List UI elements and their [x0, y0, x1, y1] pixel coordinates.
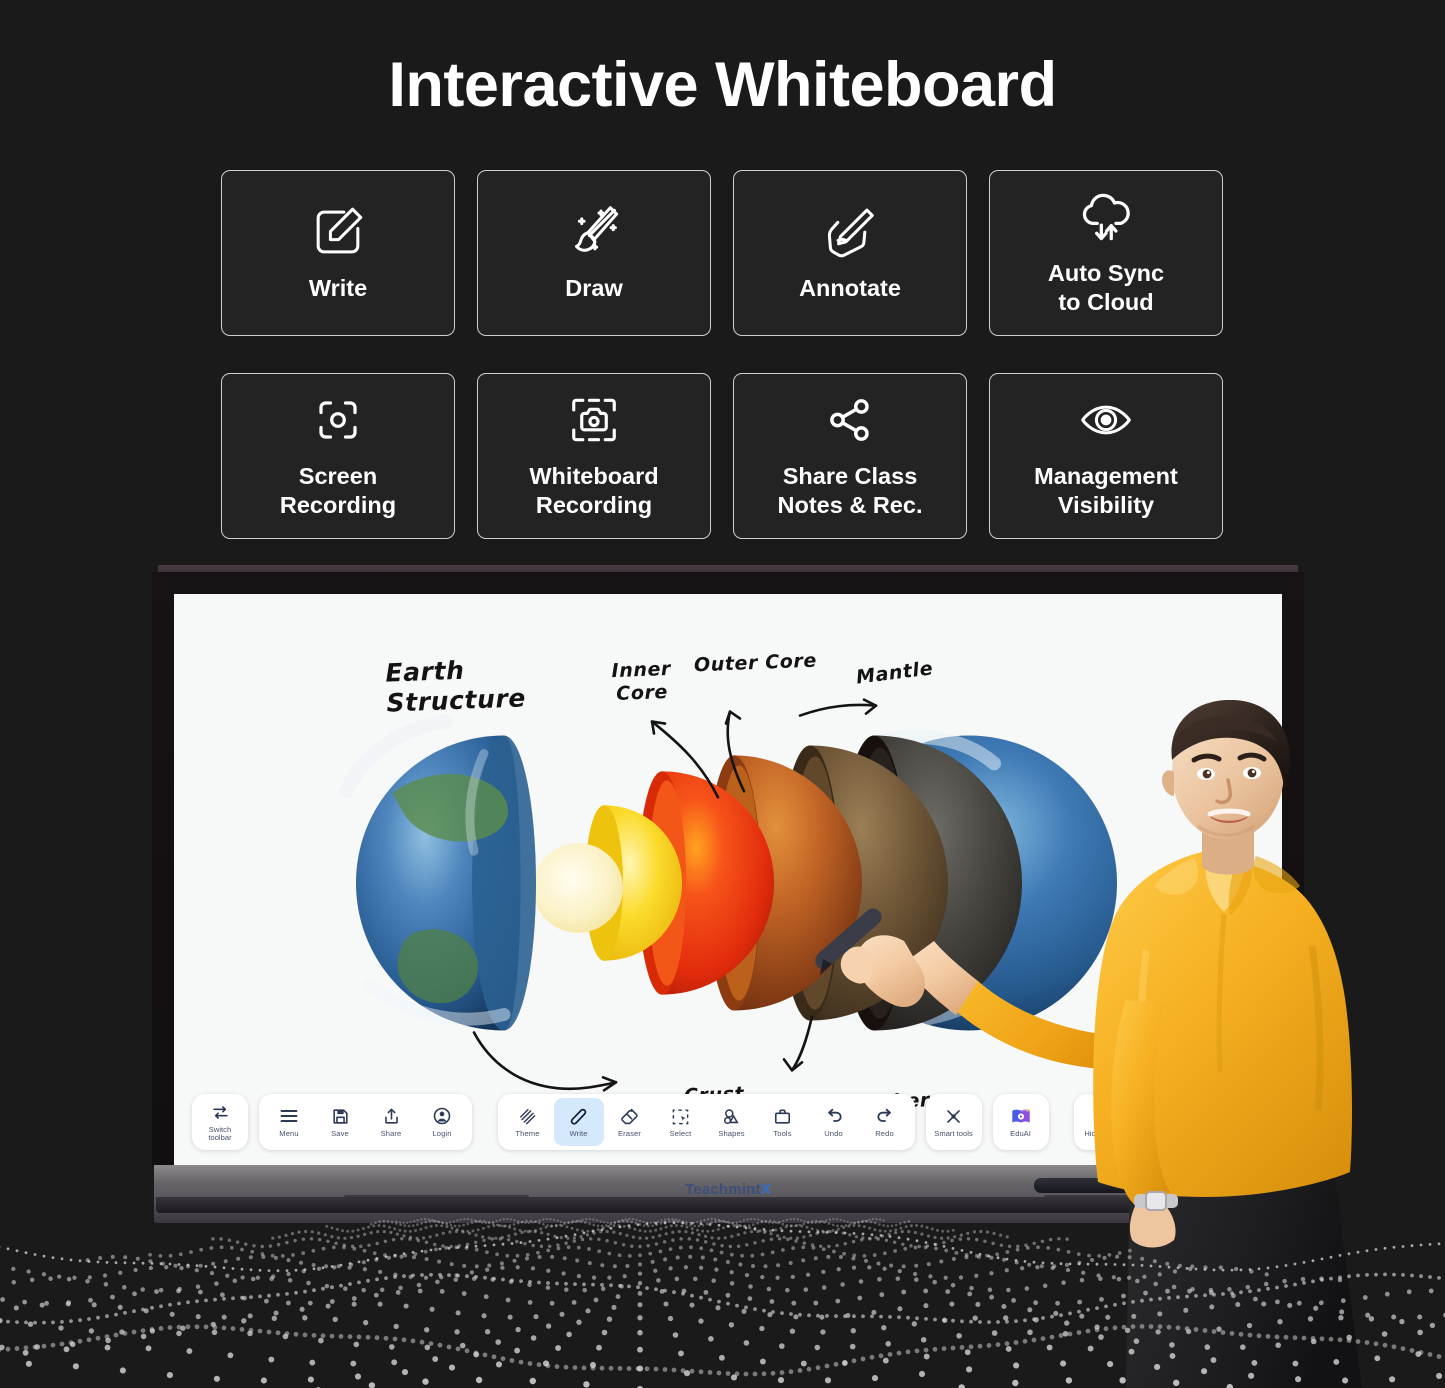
share-label: Share — [380, 1128, 402, 1138]
page-title: Interactive Whiteboard — [388, 50, 1057, 120]
undo-button[interactable]: Undo — [809, 1098, 859, 1146]
pencil-square-icon — [310, 202, 366, 262]
inner-core-center — [533, 843, 623, 933]
login-label: Login — [432, 1128, 452, 1138]
redo-button[interactable]: Redo — [860, 1098, 910, 1146]
feature-card-whiteboard-recording[interactable]: Whiteboard Recording — [477, 373, 711, 539]
switch-arrows-icon — [211, 1102, 230, 1123]
feature-card-draw[interactable]: Draw — [477, 170, 711, 336]
feature-card-label: Auto Sync to Cloud — [1047, 260, 1165, 315]
hide-tools-button[interactable]: Hide Tools — [1074, 1094, 1130, 1150]
redo-arrow-icon — [875, 1106, 895, 1127]
cloud-sync-icon — [1078, 187, 1134, 247]
eraser-label: Eraser — [618, 1128, 641, 1138]
display-bezel: Earth Structure Inner Core Outer Core Ma… — [152, 572, 1304, 1167]
magic-paintbrush-icon — [566, 202, 622, 262]
hide-tools-label: Hide Tools — [1084, 1128, 1120, 1138]
chevron-down-icon — [1093, 1106, 1112, 1127]
next-page-button[interactable] — [1208, 1094, 1264, 1150]
annotation-earth-structure: Earth Structure — [384, 655, 527, 718]
share-upload-icon — [382, 1106, 401, 1127]
eraser-icon — [620, 1106, 639, 1127]
whiteboard-record-icon — [567, 390, 621, 450]
select-button[interactable]: Select — [656, 1098, 706, 1146]
feature-card-grid: Write Draw Annotate Auto Sync to Cloud S… — [221, 170, 1225, 539]
feature-card-auto-sync-to-cloud[interactable]: Auto Sync to Cloud — [989, 170, 1223, 336]
display-brand: TeachmintX — [154, 1181, 1302, 1198]
pen-icon — [569, 1106, 588, 1127]
switch-toolbar-button[interactable]: Switch toolbar — [192, 1094, 248, 1150]
earth-sphere-left — [339, 714, 536, 1031]
toolbox-icon — [773, 1106, 792, 1127]
eduai-label: EduAI — [1010, 1128, 1031, 1138]
feature-card-label: Whiteboard Recording — [529, 463, 659, 518]
write-tool-label: Write — [569, 1128, 588, 1138]
theme-button[interactable]: Theme — [503, 1098, 553, 1146]
redo-label: Redo — [875, 1128, 894, 1138]
floppy-disk-icon — [331, 1106, 350, 1127]
theme-label: Theme — [515, 1128, 540, 1138]
user-circle-icon — [432, 1106, 452, 1127]
marquee-select-icon — [671, 1106, 690, 1127]
tools-label: Tools — [773, 1128, 792, 1138]
select-label: Select — [669, 1128, 692, 1138]
display-chin-lip — [156, 1197, 1300, 1213]
shapes-label: Shapes — [718, 1128, 745, 1138]
login-button[interactable]: Login — [417, 1098, 467, 1146]
annotation-inner-core: Inner Core — [611, 657, 672, 705]
earth-structure-diagram — [339, 698, 1117, 1092]
file-tool-group: Menu Save Share Login — [259, 1094, 472, 1150]
display-chin: TeachmintX — [154, 1165, 1302, 1223]
menu-button[interactable]: Menu — [264, 1098, 314, 1146]
previous-page-button[interactable]: Previous — [1141, 1094, 1197, 1150]
feature-card-screen-recording[interactable]: Screen Recording — [221, 373, 455, 539]
drawing-tool-group: Theme Write Eraser Select Shapes Tools U… — [497, 1094, 915, 1150]
feature-card-label: Write — [308, 274, 368, 301]
hamburger-menu-icon — [279, 1106, 299, 1127]
smart-tools-label: Smart tools — [934, 1128, 973, 1138]
brand-mark: X — [760, 1181, 771, 1198]
feature-card-management-visibility[interactable]: Management Visibility — [989, 373, 1223, 539]
screen-record-icon — [314, 390, 362, 450]
interactive-display: Earth Structure Inner Core Outer Core Ma… — [152, 565, 1304, 1245]
save-button[interactable]: Save — [315, 1098, 365, 1146]
feature-card-share-class-notes[interactable]: Share Class Notes & Rec. — [733, 373, 967, 539]
feature-card-write[interactable]: Write — [221, 170, 455, 336]
eraser-button[interactable]: Eraser — [605, 1098, 655, 1146]
whiteboard-screen[interactable]: Earth Structure Inner Core Outer Core Ma… — [174, 594, 1282, 1167]
eduai-book-icon — [1010, 1106, 1032, 1127]
chevron-left-icon — [1160, 1106, 1179, 1127]
switch-toolbar-label: Switch toolbar — [208, 1124, 232, 1142]
chevron-right-icon — [1227, 1110, 1246, 1131]
previous-page-label: Previous — [1154, 1128, 1184, 1138]
feature-card-label: Screen Recording — [279, 463, 397, 518]
brand-name: Teachmint — [685, 1181, 761, 1198]
feature-card-label: Share Class Notes & Rec. — [777, 463, 923, 518]
menu-label: Menu — [279, 1128, 299, 1138]
undo-arrow-icon — [824, 1106, 844, 1127]
page-root: Interactive Whiteboard Write Draw Annota… — [0, 0, 1445, 1388]
feature-card-label: Draw — [565, 274, 623, 301]
feature-card-label: Management Visibility — [1034, 463, 1178, 518]
smart-tools-button[interactable]: Smart tools — [925, 1094, 982, 1150]
save-label: Save — [331, 1128, 349, 1138]
share-button[interactable]: Share — [366, 1098, 416, 1146]
feature-card-label: Annotate — [799, 274, 901, 301]
shapes-button[interactable]: Shapes — [707, 1098, 757, 1146]
tools-button[interactable]: Tools — [758, 1098, 808, 1146]
compass-scissors-icon — [944, 1106, 963, 1127]
eduai-button[interactable]: EduAI — [992, 1094, 1049, 1150]
eye-icon — [1078, 390, 1134, 450]
whiteboard-toolbar: Switch toolbar Menu Save Share Login The… — [174, 1091, 1282, 1153]
undo-label: Undo — [824, 1128, 843, 1138]
feature-card-annotate[interactable]: Annotate — [733, 170, 967, 336]
write-tool-button[interactable]: Write — [553, 1098, 604, 1146]
shapes-icon — [722, 1106, 741, 1127]
whiteboard-canvas[interactable]: Earth Structure Inner Core Outer Core Ma… — [174, 594, 1282, 1167]
annotation-outer-core: Outer Core — [693, 649, 818, 677]
share-network-icon — [824, 390, 876, 450]
theme-hatch-icon — [518, 1106, 537, 1127]
hand-pencil-icon — [822, 202, 878, 262]
